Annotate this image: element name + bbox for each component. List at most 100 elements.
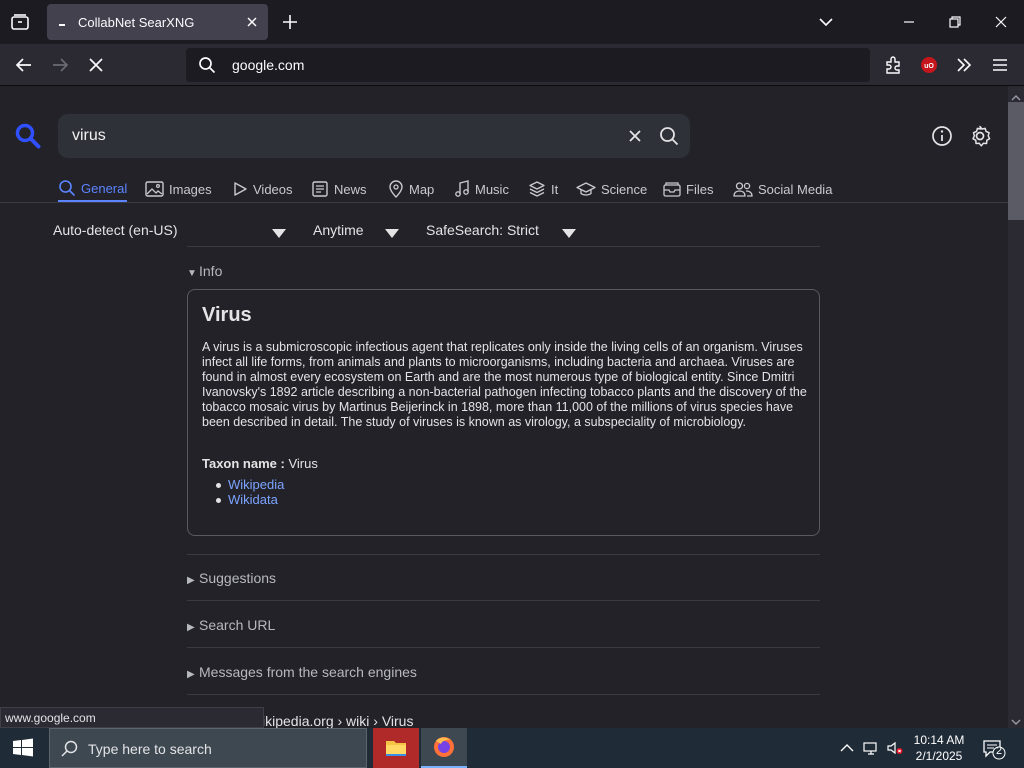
tab-label: Science	[601, 181, 648, 197]
school-icon	[576, 182, 596, 196]
new-tab-icon[interactable]	[280, 12, 300, 32]
volume-muted-icon[interactable]	[886, 740, 904, 756]
result-url-breadcrumb[interactable]: ikipedia.org › wiki › Virus	[262, 713, 413, 728]
infobox-links: Wikipedia Wikidata	[216, 477, 284, 507]
bullet-icon	[216, 498, 221, 503]
search-input[interactable]: virus	[72, 127, 106, 145]
layers-icon	[529, 181, 545, 197]
close-tab-icon[interactable]	[244, 14, 260, 30]
list-tabs-icon[interactable]	[816, 12, 836, 32]
tab-social-media[interactable]: Social Media	[733, 176, 832, 202]
engine-messages-toggle[interactable]: ▶ Messages from the search engines	[187, 664, 417, 680]
language-select[interactable]: Auto-detect (en-US)	[53, 222, 178, 238]
info-toggle[interactable]: ▼ Info	[187, 263, 222, 279]
tab-science[interactable]: Science	[576, 176, 647, 202]
favicon-icon	[57, 17, 67, 27]
clear-search-icon[interactable]	[624, 125, 646, 147]
tab-images[interactable]: Images	[145, 176, 212, 202]
tab-it[interactable]: It	[528, 176, 558, 202]
link-status-tooltip: www.google.com	[0, 707, 264, 728]
infobox: Virus A virus is a submicroscopic infect…	[187, 289, 820, 536]
search-box: virus	[58, 114, 690, 158]
tab-general[interactable]: General	[58, 176, 128, 202]
page-content: virus General Images Videos News Map Mus…	[0, 86, 1008, 728]
section-divider	[187, 694, 820, 695]
about-info-icon[interactable]	[930, 124, 954, 148]
wikidata-link[interactable]: Wikidata	[228, 492, 278, 507]
restore-icon[interactable]	[943, 10, 967, 34]
windows-start-icon[interactable]	[12, 738, 34, 758]
caret-down-icon[interactable]	[562, 225, 576, 238]
searxng-logo-icon[interactable]	[14, 122, 42, 150]
map-pin-icon	[389, 180, 403, 198]
time-range-select[interactable]: Anytime	[313, 222, 364, 238]
tab-overview-icon[interactable]	[8, 10, 32, 34]
address-bar[interactable]: google.com	[186, 48, 870, 82]
firefox-taskbar-icon[interactable]	[421, 728, 467, 768]
collapsed-triangle-icon: ▶	[187, 622, 195, 633]
suggestions-toggle[interactable]: ▶ Suggestions	[187, 570, 276, 586]
tab-label: Music	[475, 181, 509, 197]
expanded-triangle-icon: ▼	[187, 268, 197, 279]
chevron-up-icon[interactable]	[838, 740, 856, 756]
tab-videos[interactable]: Videos	[232, 176, 293, 202]
filter-divider	[187, 246, 820, 247]
list-item: Wikidata	[216, 492, 284, 507]
scroll-down-icon[interactable]	[1011, 714, 1021, 725]
settings-gear-icon[interactable]	[967, 123, 993, 149]
search-icon	[59, 180, 76, 197]
tab-title: CollabNet SearXNG	[78, 15, 195, 30]
collapsed-triangle-icon: ▶	[187, 669, 195, 680]
tab-label: Files	[686, 181, 714, 197]
people-icon	[733, 182, 753, 197]
minimize-icon[interactable]	[897, 10, 921, 34]
taxon-label: Taxon name :	[202, 456, 285, 471]
search-icon	[198, 56, 216, 74]
svg-text:uO: uO	[924, 63, 934, 70]
file-tray-icon	[663, 182, 681, 197]
infobox-title: Virus	[202, 304, 252, 326]
system-clock[interactable]: 10:14 AM 2/1/2025	[906, 732, 972, 764]
tab-label: News	[334, 181, 367, 197]
section-divider	[187, 600, 820, 601]
tab-label: Videos	[253, 181, 293, 197]
file-explorer-taskbar-icon[interactable]	[373, 728, 419, 768]
taxon-value: Virus	[288, 456, 318, 471]
window-close-icon[interactable]	[989, 10, 1013, 34]
safesearch-select[interactable]: SafeSearch: Strict	[426, 222, 539, 238]
ublock-origin-icon[interactable]: uO	[918, 54, 940, 76]
section-label: Messages from the search engines	[199, 664, 417, 680]
menu-icon[interactable]	[989, 54, 1011, 76]
header-divider	[0, 202, 1008, 203]
play-icon	[234, 182, 247, 196]
network-icon[interactable]	[862, 740, 880, 756]
search-url-toggle[interactable]: ▶ Search URL	[187, 617, 275, 633]
more-tools-icon[interactable]	[953, 54, 975, 76]
notification-center-icon[interactable]: 2	[982, 738, 1006, 760]
taxon-row: Taxon name : Virus	[202, 456, 318, 471]
forward-icon[interactable]	[49, 54, 71, 76]
back-icon[interactable]	[13, 54, 35, 76]
section-divider	[187, 554, 820, 555]
scroll-up-icon[interactable]	[1011, 90, 1021, 101]
taskbar-search-box[interactable]: Type here to search	[49, 728, 367, 768]
tab-bar: CollabNet SearXNG	[0, 0, 1024, 44]
scroll-thumb[interactable]	[1008, 102, 1024, 220]
section-label: Suggestions	[199, 570, 277, 586]
wikipedia-link[interactable]: Wikipedia	[228, 477, 284, 492]
page-scrollbar[interactable]	[1008, 86, 1024, 728]
infobox-description: A virus is a submicroscopic infectious a…	[202, 340, 807, 429]
tab-news[interactable]: News	[311, 176, 367, 202]
search-submit-icon[interactable]	[657, 124, 681, 148]
clock-time: 10:14 AM	[913, 733, 965, 747]
tab-files[interactable]: Files	[663, 176, 713, 202]
extensions-icon[interactable]	[882, 54, 904, 76]
taskbar-search-placeholder: Type here to search	[88, 741, 212, 757]
tab-music[interactable]: Music	[454, 176, 509, 202]
stop-loading-icon[interactable]	[85, 54, 107, 76]
active-tab[interactable]: CollabNet SearXNG	[47, 4, 268, 40]
section-divider	[187, 647, 820, 648]
caret-down-icon[interactable]	[272, 225, 286, 238]
tab-map[interactable]: Map	[388, 176, 434, 202]
caret-down-icon[interactable]	[385, 225, 399, 238]
